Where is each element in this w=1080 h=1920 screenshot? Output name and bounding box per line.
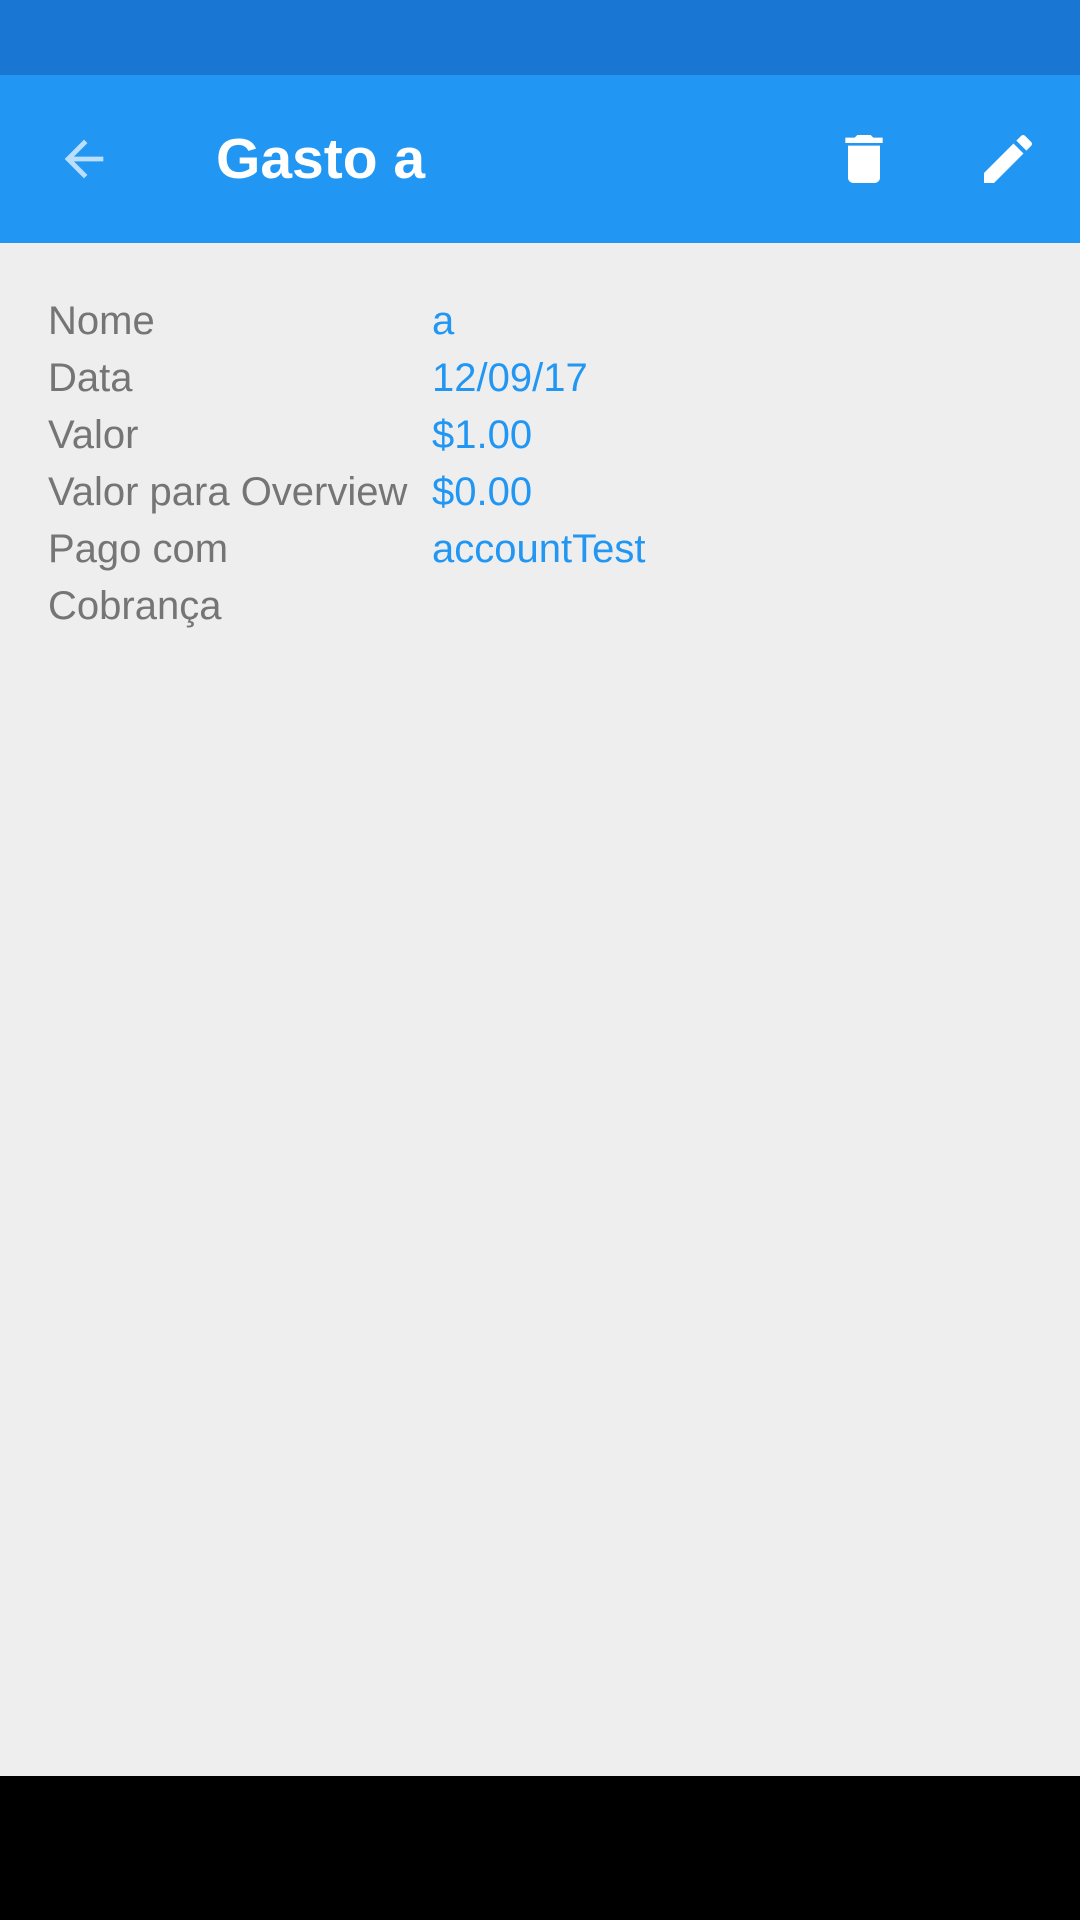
detail-row-valor-overview: Valor para Overview $0.00 [48,464,645,521]
detail-value: accountTest [432,527,646,571]
app-bar: Gasto a [0,75,1080,243]
detail-value: a [432,299,455,343]
status-bar [0,0,1080,75]
detail-label: Valor [48,413,139,457]
detail-label: Nome [48,299,155,343]
detail-value: $1.00 [432,413,533,457]
detail-label: Cobrança [48,584,222,628]
detail-label: Pago com [48,527,229,571]
detail-row-nome: Nome a [48,293,645,350]
back-button[interactable] [24,75,144,243]
navigation-bar [0,1776,1080,1920]
detail-row-cobranca: Cobrança [48,578,645,635]
detail-value: 12/09/17 [432,356,588,400]
delete-button[interactable] [804,75,924,243]
page-title: Gasto a [216,127,426,191]
detail-row-valor: Valor $1.00 [48,407,645,464]
detail-value: $0.00 [432,470,533,514]
pencil-icon [976,127,1040,191]
detail-label: Valor para Overview [48,470,408,514]
detail-row-pago-com: Pago com accountTest [48,521,645,578]
detail-row-data: Data 12/09/17 [48,350,645,407]
arrow-back-icon [55,130,113,188]
detail-label: Data [48,356,133,400]
trash-icon [832,127,896,191]
edit-button[interactable] [948,75,1068,243]
expense-details: Nome a Data 12/09/17 Valor $1.00 Valor p… [48,293,645,635]
